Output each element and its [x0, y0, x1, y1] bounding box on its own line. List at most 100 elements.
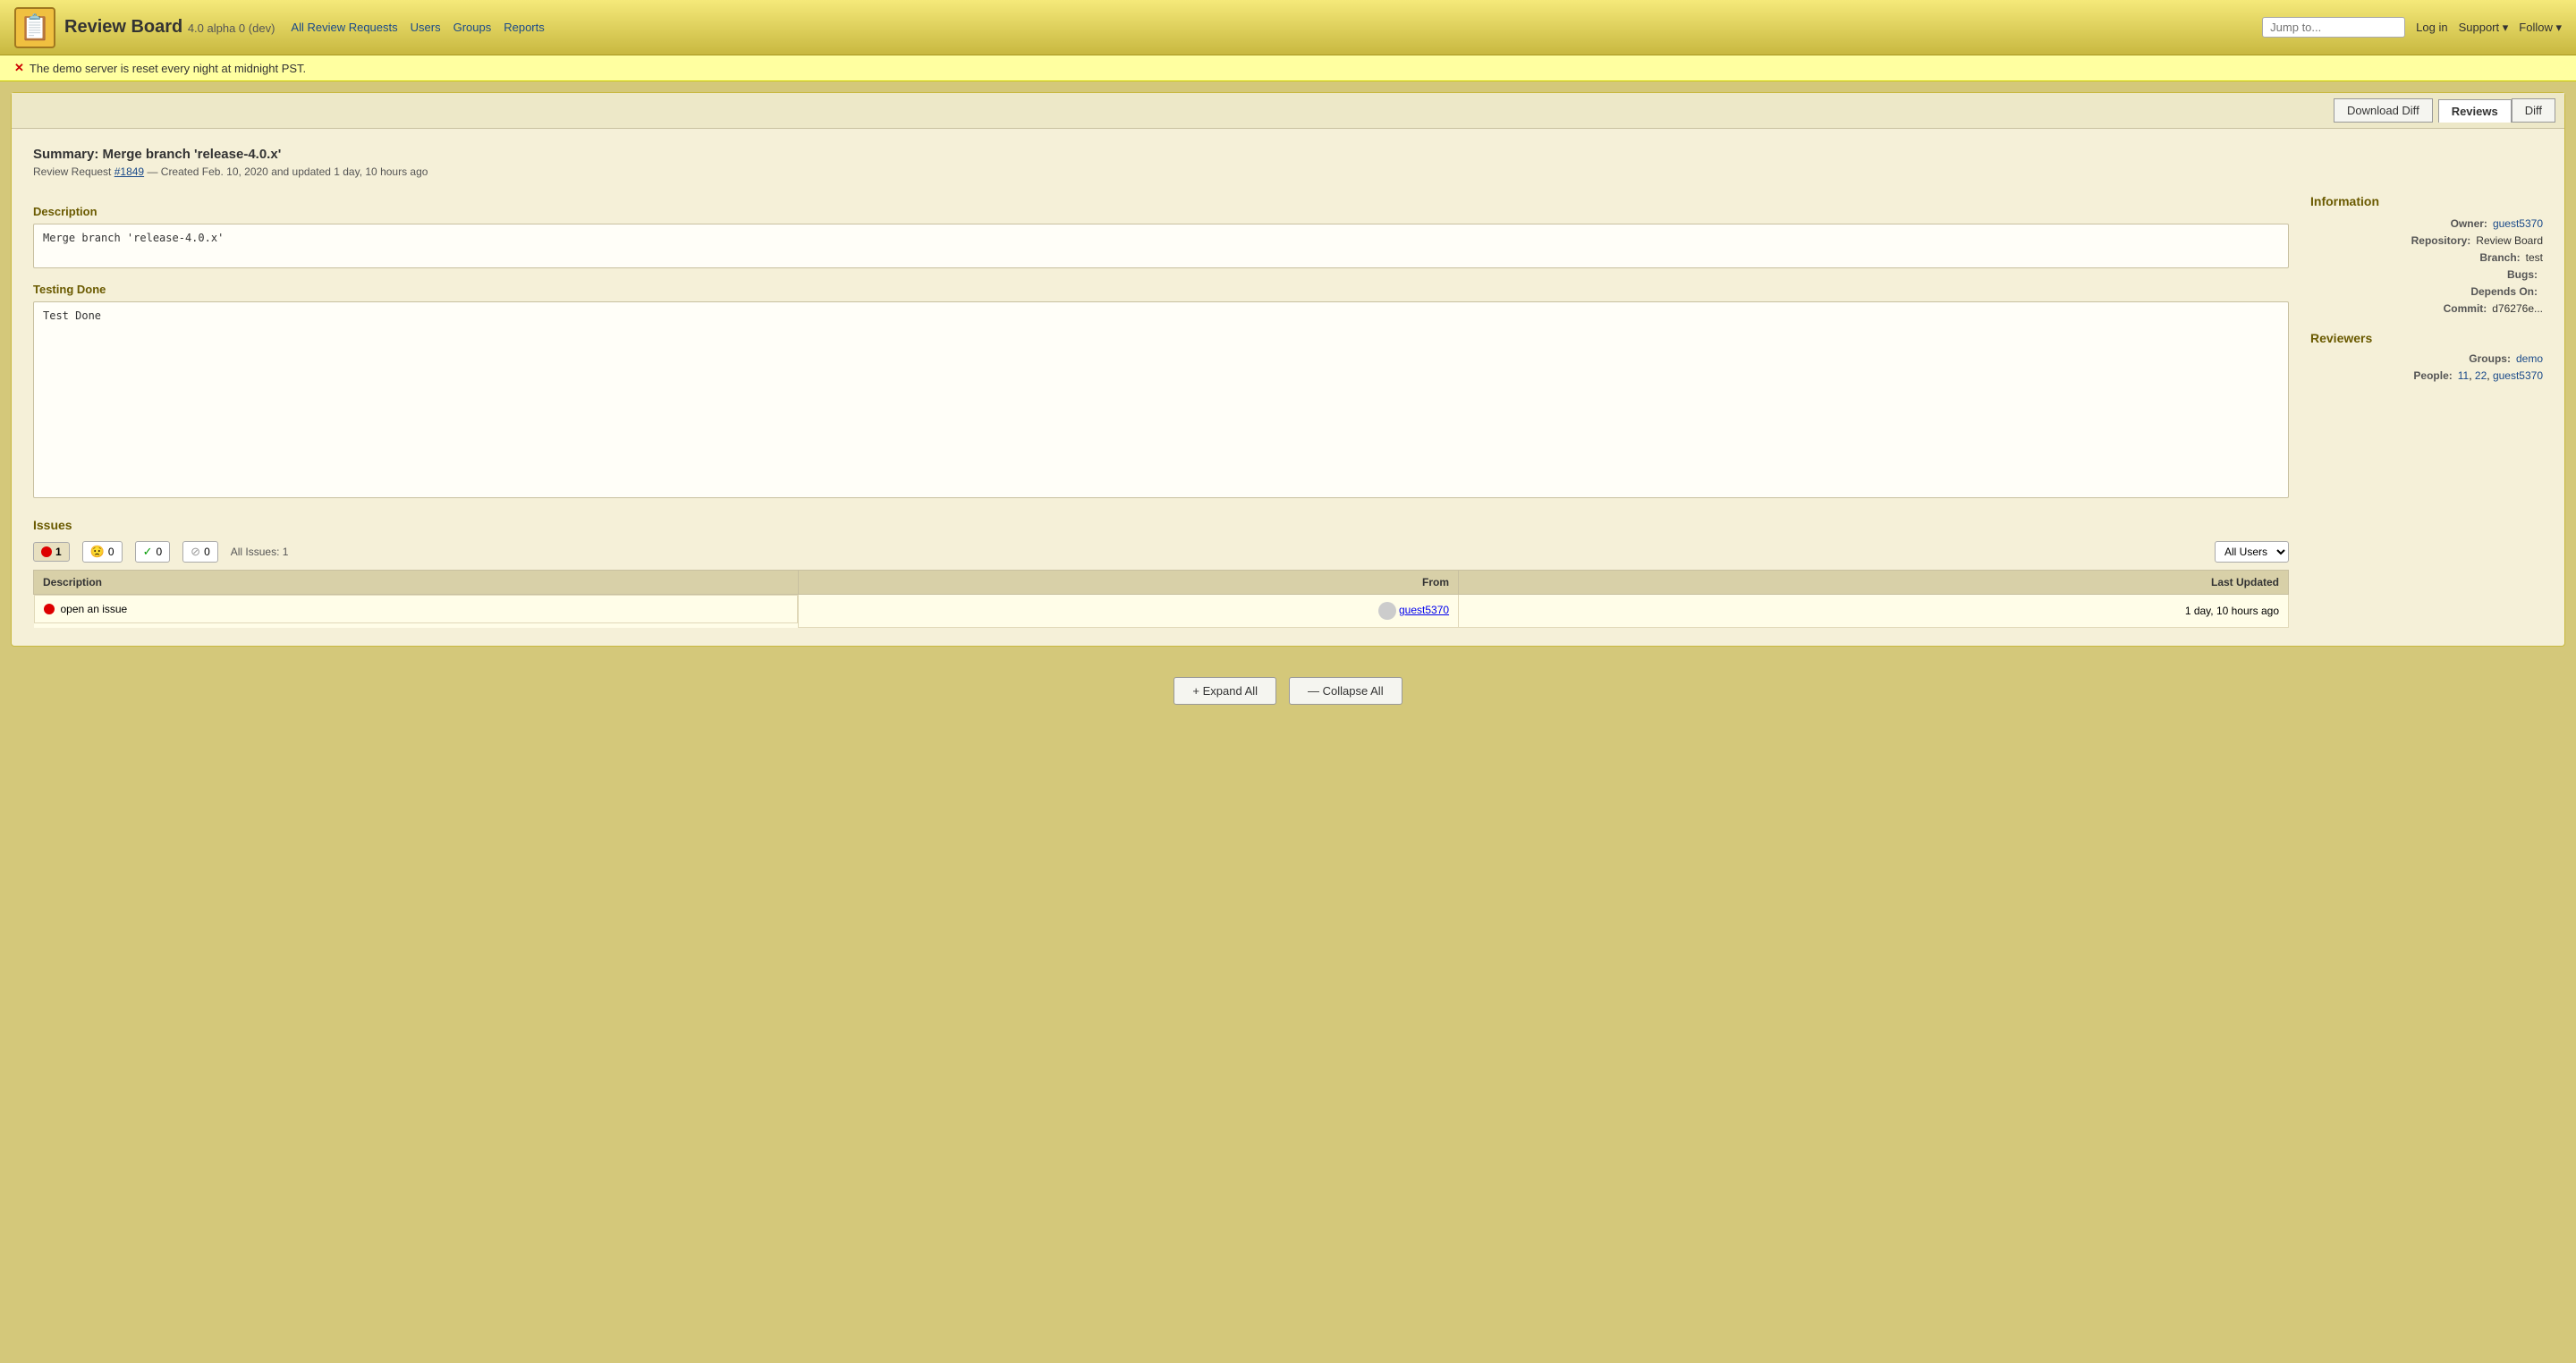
col-last-updated-header: Last Updated	[1459, 571, 2289, 595]
summary-value: Merge branch 'release-4.0.x'	[103, 147, 282, 162]
content-toolbar: Download Diff Reviews Diff	[12, 93, 2564, 129]
info-depends-row: Depends On:	[2310, 285, 2543, 298]
groups-value: demo	[2516, 352, 2543, 365]
commit-label: Commit:	[2444, 302, 2487, 315]
testing-done-box: Test Done	[33, 301, 2289, 498]
person-guest5370-link[interactable]: guest5370	[2493, 369, 2543, 382]
nav-reports[interactable]: Reports	[504, 21, 545, 34]
app-version: 4.0 alpha 0 (dev)	[188, 21, 275, 35]
branch-label: Branch:	[2479, 251, 2520, 264]
logo-emoji: 📋	[20, 13, 51, 42]
issues-label: Issues	[33, 518, 2289, 532]
checkmark-icon: ✓	[143, 545, 153, 559]
depends-label: Depends On:	[2470, 285, 2538, 298]
bugs-label: Bugs:	[2507, 268, 2538, 281]
groups-link[interactable]: demo	[2516, 352, 2543, 365]
close-banner-button[interactable]: ✕	[14, 61, 24, 75]
testing-done-label: Testing Done	[33, 283, 2289, 296]
review-meta: Review Request #1849 — Created Feb. 10, …	[33, 165, 2543, 178]
app-title-text: Review Board	[64, 17, 182, 37]
app-logo-icon: 📋	[14, 7, 55, 48]
review-meta-text: — Created Feb. 10, 2020 and updated 1 da…	[147, 165, 428, 178]
nav-groups[interactable]: Groups	[453, 21, 492, 34]
col-from-header: From	[798, 571, 1458, 595]
owner-link[interactable]: guest5370	[2493, 217, 2543, 230]
expand-all-button[interactable]: + Expand All	[1174, 677, 1276, 705]
issues-table: Description From Last Updated open an is…	[33, 570, 2289, 628]
issue-from-link[interactable]: guest5370	[1399, 604, 1449, 616]
reviewers-people-row: People: 11, 22, guest5370	[2310, 369, 2543, 382]
app-title: Review Board 4.0 alpha 0 (dev)	[64, 17, 275, 38]
branch-value: test	[2526, 251, 2543, 264]
app-title-block: Review Board 4.0 alpha 0 (dev)	[64, 17, 275, 38]
bottom-bar: + Expand All — Collapse All	[0, 657, 2576, 732]
warning-issues-badge[interactable]: 😟 0	[82, 541, 123, 563]
issues-section: Issues 1 😟 0 ✓ 0	[33, 518, 2289, 628]
dropped-issues-badge[interactable]: ⊘ 0	[182, 541, 218, 563]
demo-banner-message: The demo server is reset every night at …	[30, 62, 306, 75]
info-owner-row: Owner: guest5370	[2310, 217, 2543, 230]
person-22-link[interactable]: 22	[2475, 369, 2487, 382]
reviewers-groups-row: Groups: demo	[2310, 352, 2543, 365]
reviews-tab-button[interactable]: Reviews	[2438, 99, 2512, 123]
groups-label: Groups:	[2469, 352, 2511, 365]
main-nav-links: All Review Requests Users Groups Reports	[291, 21, 2262, 34]
main-columns: Description Merge branch 'release-4.0.x'…	[33, 194, 2543, 628]
issue-description: open an issue	[61, 603, 128, 615]
issues-filter-row: 1 😟 0 ✓ 0 ⊘ 0	[33, 541, 2289, 563]
summary-label: Summary:	[33, 147, 98, 162]
resolved-issues-badge[interactable]: ✓ 0	[135, 541, 171, 563]
table-row: open an issue guest5370 1 day, 10 hours …	[34, 595, 2289, 628]
information-title: Information	[2310, 194, 2543, 208]
commit-value: d76276e...	[2492, 302, 2543, 315]
person-11-link[interactable]: 11	[2458, 369, 2469, 382]
jump-to-input[interactable]	[2262, 17, 2405, 38]
repository-value: Review Board	[2476, 234, 2543, 247]
warning-icon: 😟	[90, 545, 105, 559]
collapse-all-button[interactable]: — Collapse All	[1289, 677, 1402, 705]
left-column: Description Merge branch 'release-4.0.x'…	[33, 194, 2289, 628]
demo-banner: ✕ The demo server is reset every night a…	[0, 55, 2576, 81]
follow-link[interactable]: Follow	[2519, 21, 2562, 35]
description-label: Description	[33, 205, 2289, 218]
summary-heading: Summary: Merge branch 'release-4.0.x'	[33, 147, 2543, 162]
issue-updated-cell: 1 day, 10 hours ago	[1459, 595, 2289, 628]
all-issues-label: All Issues: 1	[231, 546, 289, 558]
issue-avatar	[1378, 602, 1396, 620]
nav-users[interactable]: Users	[411, 21, 441, 34]
people-value: 11, 22, guest5370	[2458, 369, 2543, 382]
issue-from-cell: guest5370	[798, 595, 1458, 628]
top-right-actions: Log in Support Follow	[2262, 17, 2562, 38]
info-branch-row: Branch: test	[2310, 251, 2543, 264]
right-column: Information Owner: guest5370 Repository:…	[2310, 194, 2543, 628]
repository-label: Repository:	[2411, 234, 2471, 247]
reviewers-title: Reviewers	[2310, 331, 2543, 345]
issue-status-dot	[44, 604, 55, 614]
nav-all-review-requests[interactable]: All Review Requests	[291, 21, 397, 34]
issue-desc-cell: open an issue	[34, 595, 798, 623]
content-area: Download Diff Reviews Diff Summary: Merg…	[11, 92, 2565, 647]
diff-tab-button[interactable]: Diff	[2512, 98, 2555, 123]
top-navigation: 📋 Review Board 4.0 alpha 0 (dev) All Rev…	[0, 0, 2576, 55]
support-link[interactable]: Support	[2459, 21, 2509, 35]
open-issue-dot	[41, 546, 52, 557]
info-panel: Information Owner: guest5370 Repository:…	[2310, 194, 2543, 382]
dropped-issues-count: 0	[204, 546, 210, 558]
info-bugs-row: Bugs:	[2310, 268, 2543, 281]
warning-issues-count: 0	[108, 546, 114, 558]
owner-label: Owner:	[2451, 217, 2487, 230]
logo-area: 📋 Review Board 4.0 alpha 0 (dev)	[14, 7, 275, 48]
open-issues-badge[interactable]: 1	[33, 542, 70, 562]
description-box: Merge branch 'release-4.0.x'	[33, 224, 2289, 268]
dropped-icon: ⊘	[191, 545, 200, 559]
login-link[interactable]: Log in	[2416, 21, 2447, 34]
review-request-number[interactable]: #1849	[114, 165, 144, 178]
review-request-label: Review Request	[33, 165, 111, 178]
people-label: People:	[2413, 369, 2452, 382]
resolved-issues-count: 0	[156, 546, 162, 558]
download-diff-button[interactable]: Download Diff	[2334, 98, 2433, 123]
issues-user-select[interactable]: All Users	[2215, 541, 2289, 563]
info-commit-row: Commit: d76276e...	[2310, 302, 2543, 315]
issues-table-body: open an issue guest5370 1 day, 10 hours …	[34, 595, 2289, 628]
info-repository-row: Repository: Review Board	[2310, 234, 2543, 247]
